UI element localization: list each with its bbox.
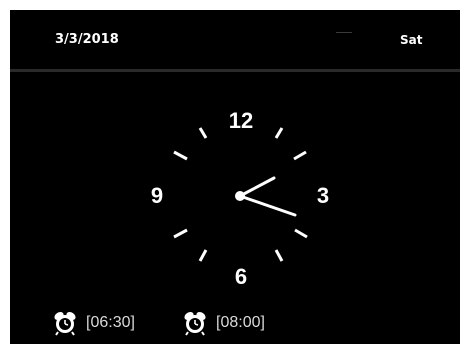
numeral-9: 9	[151, 183, 163, 208]
tick-4	[294, 228, 308, 239]
tick-2	[293, 150, 307, 161]
tick-7	[198, 249, 208, 262]
tick-11	[198, 127, 208, 139]
alarm-clock-icon	[54, 311, 76, 336]
clock-center-pin	[235, 191, 245, 201]
alarm-1[interactable]: [06:30]	[52, 310, 135, 336]
clock-screen: 3/3/2018 Sat 12 3 6 9 [06:30] [08:00]	[10, 10, 460, 344]
alarm-time: [06:30]	[86, 314, 135, 331]
tick-10	[173, 150, 188, 161]
alarm-time: [08:00]	[216, 314, 265, 331]
numeral-12: 12	[229, 108, 253, 133]
clock-hour-hand	[238, 176, 276, 198]
numeral-3: 3	[317, 183, 329, 208]
tick-1	[274, 127, 284, 139]
analog-clock-face: 12 3 6 9	[151, 108, 329, 289]
alarm-2[interactable]: [08:00]	[182, 310, 265, 336]
tick-5	[274, 249, 284, 262]
clock-minute-hand	[238, 194, 297, 217]
tick-8	[173, 228, 188, 239]
numeral-6: 6	[235, 264, 247, 289]
alarm-clock-icon	[184, 311, 206, 336]
